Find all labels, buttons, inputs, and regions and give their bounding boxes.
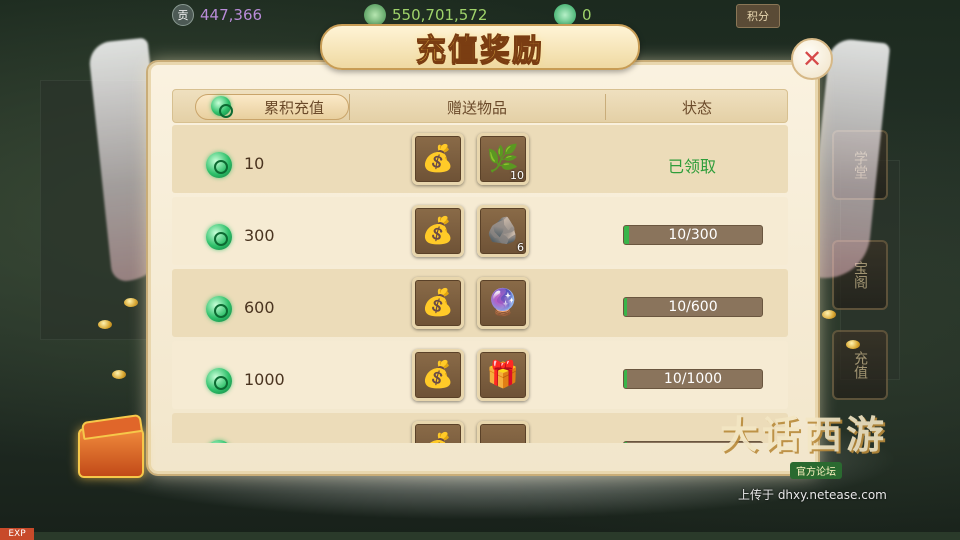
status-claimed: 已领取 xyxy=(668,157,717,176)
forum-badge: 官方论坛 xyxy=(790,462,842,479)
exp-bar xyxy=(34,532,960,540)
progress-label: 10/600 xyxy=(668,299,718,315)
red-pouch-icon: 👝 xyxy=(487,432,519,443)
jade-icon xyxy=(206,440,232,443)
reward-row: 💰 👝 xyxy=(172,413,788,443)
silver-coin-icon: 贡 xyxy=(172,4,194,26)
jade-icon xyxy=(206,296,232,322)
item-quantity: 6 xyxy=(517,241,524,254)
column-header-status: 状态 xyxy=(681,98,712,117)
close-icon: ✕ xyxy=(801,45,823,73)
reward-item-slot[interactable]: 🌿 10 xyxy=(477,133,529,185)
reward-list[interactable]: 10 💰 🌿 10 已领取 300 💰 🪨 6 10/300 600 � xyxy=(172,125,788,443)
progress-label: 10/300 xyxy=(668,227,718,243)
jade-icon xyxy=(211,96,233,118)
jade-icon xyxy=(554,4,576,26)
treasure-bag-icon: 💰 xyxy=(421,144,455,174)
reward-row: 300 💰 🪨 6 10/300 xyxy=(172,197,788,265)
progress-bar: 10/1000 xyxy=(623,369,763,389)
gold-coin-icon xyxy=(124,298,138,307)
reward-item-slot[interactable]: 🪨 6 xyxy=(477,205,529,257)
reward-item-slot[interactable]: 💰 xyxy=(412,277,464,329)
reward-item-slot[interactable]: 👝 xyxy=(477,421,529,443)
currency-jade: 0 xyxy=(554,4,592,26)
recharge-amount: 600 xyxy=(244,298,275,317)
reward-item-slot[interactable]: 💰 xyxy=(412,205,464,257)
jade-icon xyxy=(206,368,232,394)
column-header-cumulative: 累积充值 xyxy=(263,98,324,117)
close-button[interactable]: ✕ xyxy=(791,38,833,80)
currency-jade-total: 550,701,572 xyxy=(364,4,487,26)
table-header: 累积充值 赠送物品 状态 xyxy=(172,89,788,123)
reward-item-slot[interactable]: 🔮 xyxy=(477,277,529,329)
upload-watermark: 上传于 dhxy.netease.com xyxy=(738,488,887,502)
jade-stack-icon xyxy=(364,4,386,26)
progress-label: 10/1000 xyxy=(663,371,723,387)
treasure-bag-icon: 💰 xyxy=(421,360,455,390)
gold-coin-icon xyxy=(822,310,836,319)
reward-item-slot[interactable]: 🎁 xyxy=(477,349,529,401)
treasure-bag-icon: 💰 xyxy=(422,432,454,443)
item-quantity: 10 xyxy=(510,169,524,182)
reward-item-slot[interactable]: 💰 xyxy=(412,349,464,401)
crystal-orb-icon: 🔮 xyxy=(486,288,520,318)
recharge-amount: 1000 xyxy=(244,370,285,389)
treasure-bag-icon: 💰 xyxy=(421,288,455,318)
progress-fill xyxy=(624,442,627,443)
currency-jade-value: 0 xyxy=(582,6,592,24)
exp-label: EXP xyxy=(0,528,34,540)
reward-item-slot[interactable]: 💰 xyxy=(412,133,464,185)
recharge-amount: 300 xyxy=(244,226,275,245)
gold-coin-icon xyxy=(846,340,860,349)
side-button-recharge[interactable]: 充值 xyxy=(832,330,888,400)
gold-coin-icon xyxy=(112,370,126,379)
gold-coin-icon xyxy=(98,320,112,329)
jade-icon xyxy=(206,224,232,250)
reward-item-slot[interactable]: 💰 xyxy=(412,421,464,443)
score-button[interactable]: 积分 xyxy=(736,4,780,28)
dark-ore-icon: 🪨 xyxy=(486,216,520,246)
jade-icon xyxy=(206,152,232,178)
progress-bar: 10/600 xyxy=(623,297,763,317)
treasure-bag-icon: 💰 xyxy=(421,216,455,246)
gift-pouch-icon: 🎁 xyxy=(486,360,520,390)
progress-bar: 10/300 xyxy=(623,225,763,245)
currency-silver: 贡 447,366 xyxy=(172,4,262,26)
recharge-amount: 10 xyxy=(244,154,265,173)
column-header-gifts: 赠送物品 xyxy=(446,98,507,117)
currency-silver-value: 447,366 xyxy=(200,6,263,24)
currency-jade-total-value: 550,701,572 xyxy=(392,6,488,24)
reward-row: 10 💰 🌿 10 已领取 xyxy=(172,125,788,193)
reward-row: 600 💰 🔮 10/600 xyxy=(172,269,788,337)
reward-row: 1000 💰 🎁 10/1000 xyxy=(172,341,788,409)
panel-title: 充值奖励 xyxy=(416,33,544,69)
